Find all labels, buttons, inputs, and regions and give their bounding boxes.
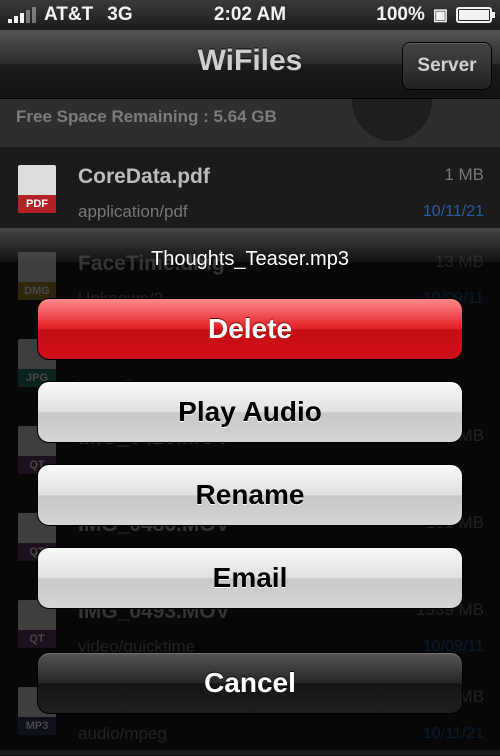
file-type-tag: PDF	[18, 195, 56, 213]
email-button[interactable]: Email	[37, 547, 463, 609]
charging-icon: ▣	[432, 7, 448, 24]
file-row[interactable]: PDF CoreData.pdf application/pdf 1 MB 10/11/…	[0, 147, 500, 234]
delete-button[interactable]: Delete	[37, 298, 463, 360]
file-size: 1 MB	[444, 165, 484, 184]
disk-usage-icon	[352, 99, 432, 141]
file-mime-type: application/pdf	[78, 202, 188, 221]
status-bar: AT&T 3G 2:02 AM 100% ▣	[0, 0, 500, 30]
rename-button[interactable]: Rename	[37, 464, 463, 526]
battery-percent: 100%	[376, 4, 425, 25]
file-type-icon: PDF	[18, 165, 56, 213]
server-button[interactable]: Server	[402, 42, 492, 90]
battery-icon	[456, 7, 495, 23]
status-right: 100% ▣	[376, 4, 495, 26]
file-name: CoreData.pdf	[78, 165, 210, 188]
play-audio-button[interactable]: Play Audio	[37, 381, 463, 443]
navigation-bar: WiFiles Server	[0, 30, 500, 99]
file-date: 10/11/21	[422, 203, 484, 220]
action-sheet: Thoughts_Teaser.mp3 Delete Play Audio Re…	[0, 228, 500, 750]
action-sheet-title: Thoughts_Teaser.mp3	[151, 248, 349, 270]
free-space-label: Free Space Remaining : 5.64 GB	[16, 107, 277, 126]
cancel-button[interactable]: Cancel	[37, 652, 463, 714]
free-space-bar: Free Space Remaining : 5.64 GB	[0, 99, 500, 147]
